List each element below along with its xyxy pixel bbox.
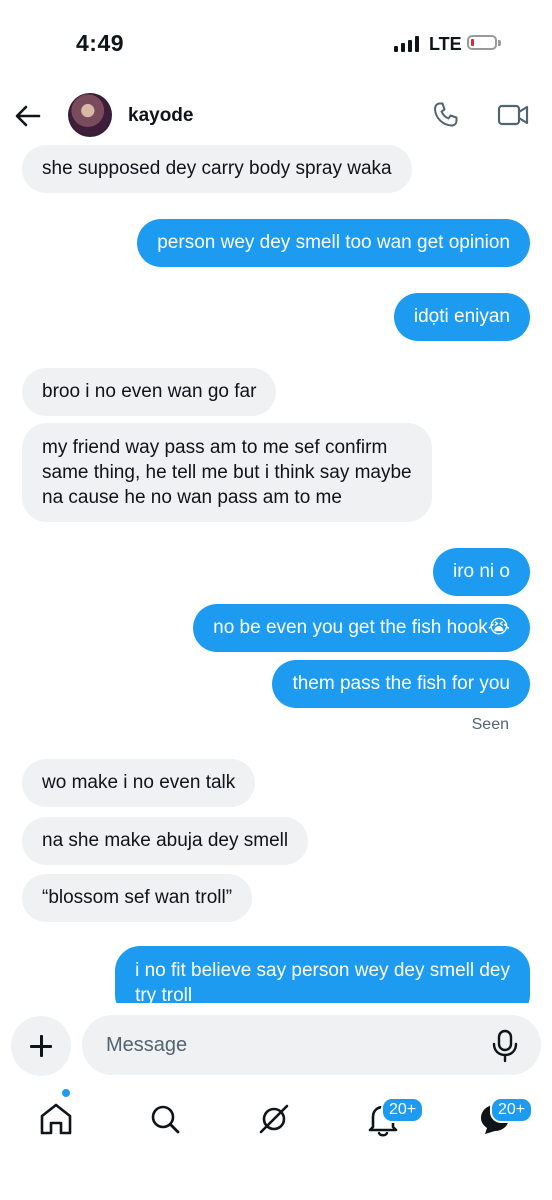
crying-face-emoji: 😭: [487, 617, 510, 638]
signal-icon: [394, 36, 420, 52]
messages-badge: 20+: [490, 1097, 534, 1123]
conversation-header: kayode: [0, 88, 552, 148]
message-bubble-outgoing[interactable]: i no fit believe say person wey dey smel…: [115, 946, 530, 1003]
home-icon[interactable]: [36, 1099, 76, 1139]
status-time: 4:49: [76, 30, 125, 56]
mic-icon[interactable]: [491, 1029, 519, 1063]
bottom-navigation: 20+ 20+: [0, 1085, 552, 1200]
message-input[interactable]: Message: [82, 1015, 541, 1075]
message-line: try troll: [135, 985, 193, 1003]
home-unread-dot: [62, 1089, 70, 1097]
message-composer: Message: [0, 1003, 552, 1085]
network-label: LTE: [429, 34, 462, 54]
message-line: same thing, he tell me but i think say m…: [42, 462, 412, 483]
notifications-badge: 20+: [381, 1097, 425, 1123]
battery-tip: [498, 40, 501, 46]
back-arrow-icon[interactable]: [12, 100, 44, 132]
phone-icon[interactable]: [431, 100, 461, 130]
message-text: no be even you get the fish hook: [213, 617, 488, 638]
message-bubble-incoming[interactable]: wo make i no even talk: [22, 759, 256, 807]
message-bubble-outgoing[interactable]: no be even you get the fish hook😭: [193, 604, 530, 652]
grok-icon[interactable]: [254, 1099, 294, 1139]
contact-name[interactable]: kayode: [128, 105, 193, 127]
message-bubble-incoming[interactable]: na she make abuja dey smell: [22, 817, 309, 865]
message-list[interactable]: she supposed dey carry body spray waka p…: [0, 145, 552, 1003]
message-bubble-outgoing[interactable]: them pass the fish for you: [272, 660, 530, 708]
add-media-button[interactable]: [11, 1016, 71, 1076]
seen-receipt: Seen: [471, 716, 509, 733]
battery-icon: [467, 35, 497, 50]
search-icon[interactable]: [145, 1099, 185, 1139]
message-line: i no fit believe say person wey dey smel…: [135, 960, 510, 981]
message-bubble-incoming[interactable]: broo i no even wan go far: [22, 368, 277, 416]
message-bubble-outgoing[interactable]: iro ni o: [432, 548, 530, 596]
message-bubble-outgoing[interactable]: person wey dey smell too wan get opinion: [137, 219, 530, 267]
message-bubble-incoming[interactable]: she supposed dey carry body spray waka: [22, 145, 412, 193]
message-line: my friend way pass am to me sef confirm: [42, 437, 388, 458]
message-bubble-outgoing[interactable]: idọti eniyan: [393, 293, 530, 341]
message-bubble-incoming[interactable]: my friend way pass am to me sef confirm …: [22, 423, 432, 522]
avatar[interactable]: [68, 93, 112, 137]
video-icon[interactable]: [497, 101, 529, 129]
status-bar: 4:49 LTE: [0, 0, 552, 88]
message-bubble-incoming[interactable]: “blossom sef wan troll”: [22, 874, 253, 922]
message-line: na cause he no wan pass am to me: [42, 487, 342, 508]
